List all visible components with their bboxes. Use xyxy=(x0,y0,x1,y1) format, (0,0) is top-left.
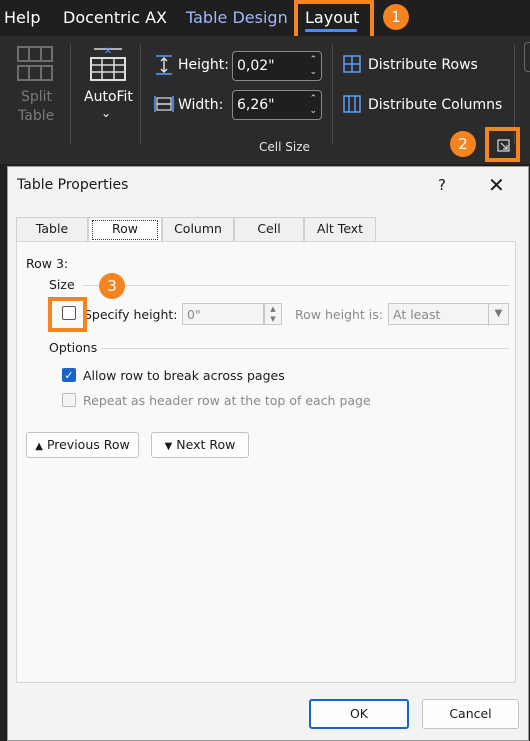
close-icon[interactable]: ✕ xyxy=(488,173,505,197)
callout-badge-1: 1 xyxy=(383,4,409,30)
distribute-rows-icon xyxy=(343,55,361,73)
tab-column[interactable]: Column xyxy=(162,217,234,241)
callout-highlight-dialog-launcher xyxy=(485,127,520,162)
repeat-header-label: Repeat as header row at the top of each … xyxy=(83,393,371,408)
tab-row[interactable]: Row xyxy=(88,217,162,242)
ok-button[interactable]: OK xyxy=(309,699,409,729)
specify-height-label: Specify height: xyxy=(84,307,178,322)
tab-alt-text-label: Alt Text xyxy=(316,221,364,236)
distribute-rows-button[interactable]: Distribute Rows xyxy=(368,57,478,73)
distribute-columns-button[interactable]: Distribute Columns xyxy=(368,97,502,113)
height-input-spinner[interactable]: ▲ ▼ xyxy=(264,303,282,325)
height-input-value[interactable]: 0" xyxy=(187,307,201,322)
row-height-rule-select[interactable]: At least ▼ xyxy=(388,303,509,326)
width-label: Width: xyxy=(178,97,224,113)
callout-badge-2: 2 xyxy=(450,131,476,157)
svg-text:✕: ✕ xyxy=(104,46,112,57)
ribbon-separator xyxy=(332,44,333,144)
table-properties-dialog: Table Properties ? ✕ Table Row Column Ce… xyxy=(7,166,529,741)
tab-table[interactable]: Table xyxy=(16,217,88,241)
width-value[interactable]: 6,26" xyxy=(237,97,275,113)
previous-row-button[interactable]: ▲ Previous Row xyxy=(26,432,139,458)
section-divider xyxy=(83,285,509,286)
ribbon-overflow-control[interactable] xyxy=(524,42,530,72)
height-spinner[interactable]: 0,02" ⌃ ⌄ xyxy=(232,51,322,81)
height-value[interactable]: 0,02" xyxy=(237,58,275,74)
chevron-down-icon[interactable]: ▼ xyxy=(488,304,508,326)
tab-column-label: Column xyxy=(174,221,222,236)
ribbon-separator xyxy=(140,44,141,144)
previous-row-label: Previous Row xyxy=(46,437,130,452)
next-row-label: Next Row xyxy=(176,437,236,452)
split-table-label-line2[interactable]: Table xyxy=(18,108,54,124)
autofit-label[interactable]: AutoFit xyxy=(84,89,133,105)
next-row-button[interactable]: ▼ Next Row xyxy=(151,432,249,458)
tab-alt-text[interactable]: Alt Text xyxy=(304,217,376,241)
ribbon-tab-bar: Help Docentric AX Table Design Layout xyxy=(0,0,530,36)
ribbon-group-label-cell-size: Cell Size xyxy=(259,140,310,154)
tab-table-design[interactable]: Table Design xyxy=(186,8,288,27)
triangle-down-icon: ▼ xyxy=(164,441,173,452)
allow-break-checkbox[interactable]: ✓ xyxy=(62,368,76,382)
split-table-icon xyxy=(17,46,53,81)
cancel-button[interactable]: Cancel xyxy=(422,699,519,729)
width-icon xyxy=(154,96,174,112)
height-icon xyxy=(156,55,172,75)
tab-help[interactable]: Help xyxy=(4,8,40,27)
row-height-rule-value[interactable]: At least xyxy=(393,307,440,322)
options-section-label: Options xyxy=(49,340,98,355)
callout-badge-3: 3 xyxy=(99,273,125,299)
help-button[interactable]: ? xyxy=(438,176,446,194)
width-spinner[interactable]: 6,26" ⌃ ⌄ xyxy=(232,90,322,120)
split-table-label-line1[interactable]: Split xyxy=(21,89,52,105)
spinner-arrows-icon[interactable]: ⌃ ⌄ xyxy=(309,93,317,117)
tab-cell-label: Cell xyxy=(257,221,281,236)
row-height-is-label: Row height is: xyxy=(295,307,383,322)
cancel-label: Cancel xyxy=(449,706,492,721)
allow-break-label: Allow row to break across pages xyxy=(83,368,285,383)
height-label: Height: xyxy=(178,57,229,73)
distribute-columns-icon xyxy=(343,95,361,113)
repeat-header-checkbox[interactable] xyxy=(62,393,76,407)
callout-highlight-layout-tab xyxy=(294,0,374,40)
section-divider xyxy=(101,348,509,349)
ribbon-separator xyxy=(70,44,71,144)
callout-highlight-specify-height xyxy=(48,297,87,332)
size-section-label: Size xyxy=(49,277,75,292)
tab-docentric-ax[interactable]: Docentric AX xyxy=(63,8,167,27)
dialog-tab-strip: Table Row Column Cell Alt Text xyxy=(16,217,516,242)
spinner-arrows-icon[interactable]: ⌃ ⌄ xyxy=(309,54,317,78)
tab-cell[interactable]: Cell xyxy=(234,217,304,241)
autofit-icon: ✕ xyxy=(90,46,126,81)
row-heading: Row 3: xyxy=(26,256,69,271)
autofit-chevron-down-icon[interactable]: ⌄ xyxy=(101,106,111,120)
ok-label: OK xyxy=(349,706,369,721)
focus-rectangle xyxy=(92,220,158,240)
height-input[interactable]: 0" xyxy=(182,303,264,325)
triangle-up-icon: ▲ xyxy=(35,441,43,452)
tab-table-label: Table xyxy=(35,221,69,236)
dialog-title: Table Properties xyxy=(17,177,129,193)
